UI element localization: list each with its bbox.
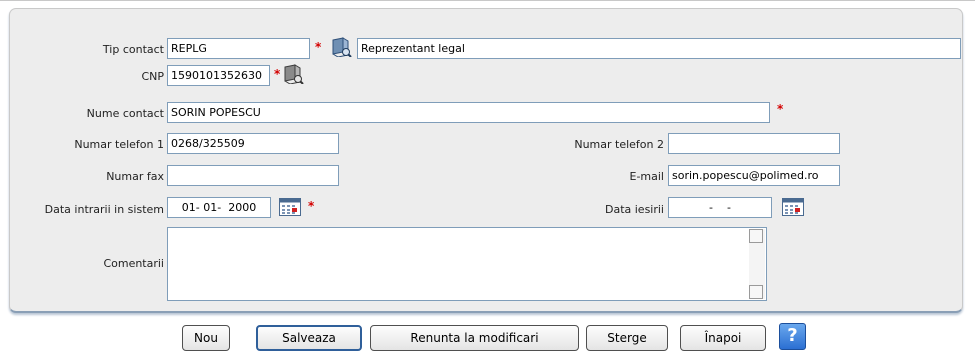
cnp-field[interactable]: 1590101352630 [167,65,270,86]
salveaza-button[interactable]: Salveaza [256,325,362,351]
data-iesirii-field[interactable]: - - [668,197,772,218]
renunta-button[interactable]: Renunta la modificari [370,325,579,351]
data-intrarii-field[interactable]: 01- 01- 2000 [167,197,271,218]
required-mark: * [315,40,322,54]
email-field[interactable]: sorin.popescu@polimed.ro [668,165,840,186]
inapoi-button[interactable]: Înapoi [680,325,766,351]
email-label: E-mail [629,170,665,183]
comentarii-label: Comentarii [103,257,164,270]
required-mark: * [274,67,281,81]
telefon1-label: Numar telefon 1 [74,138,164,151]
required-mark: * [777,102,784,116]
book-lookup-icon[interactable] [330,37,352,57]
scroll-up-button[interactable] [749,229,763,243]
tip-contact-label: Tip contact [102,43,164,56]
telefon2-label: Numar telefon 2 [574,138,664,151]
nume-contact-field[interactable]: SORIN POPESCU [167,102,770,123]
cnp-label: CNP [141,70,164,83]
fax-field[interactable] [167,165,339,186]
comentarii-textarea[interactable] [167,227,767,301]
comentarii-scrollbar[interactable] [749,229,765,299]
required-mark: * [308,199,315,213]
nou-button[interactable]: Nou [182,325,230,351]
telefon2-field[interactable] [668,133,840,154]
nume-contact-label: Nume contact [86,107,164,120]
tip-contact-description-field[interactable]: Reprezentant legal [357,38,961,59]
calendar-icon[interactable] [279,198,301,216]
help-icon[interactable]: ? [779,323,806,350]
top-divider [0,0,975,1]
data-intrarii-label: Data intrarii in sistem [44,203,164,216]
scroll-down-button[interactable] [749,285,763,299]
calendar-icon[interactable] [782,198,804,216]
telefon1-field[interactable]: 0268/325509 [167,133,339,154]
data-iesirii-label: Data iesirii [604,203,664,216]
fax-label: Numar fax [106,170,164,183]
sterge-button[interactable]: Sterge [586,325,668,351]
tip-contact-code-field[interactable]: REPLG [167,38,310,59]
book-lookup-icon[interactable] [282,64,304,84]
